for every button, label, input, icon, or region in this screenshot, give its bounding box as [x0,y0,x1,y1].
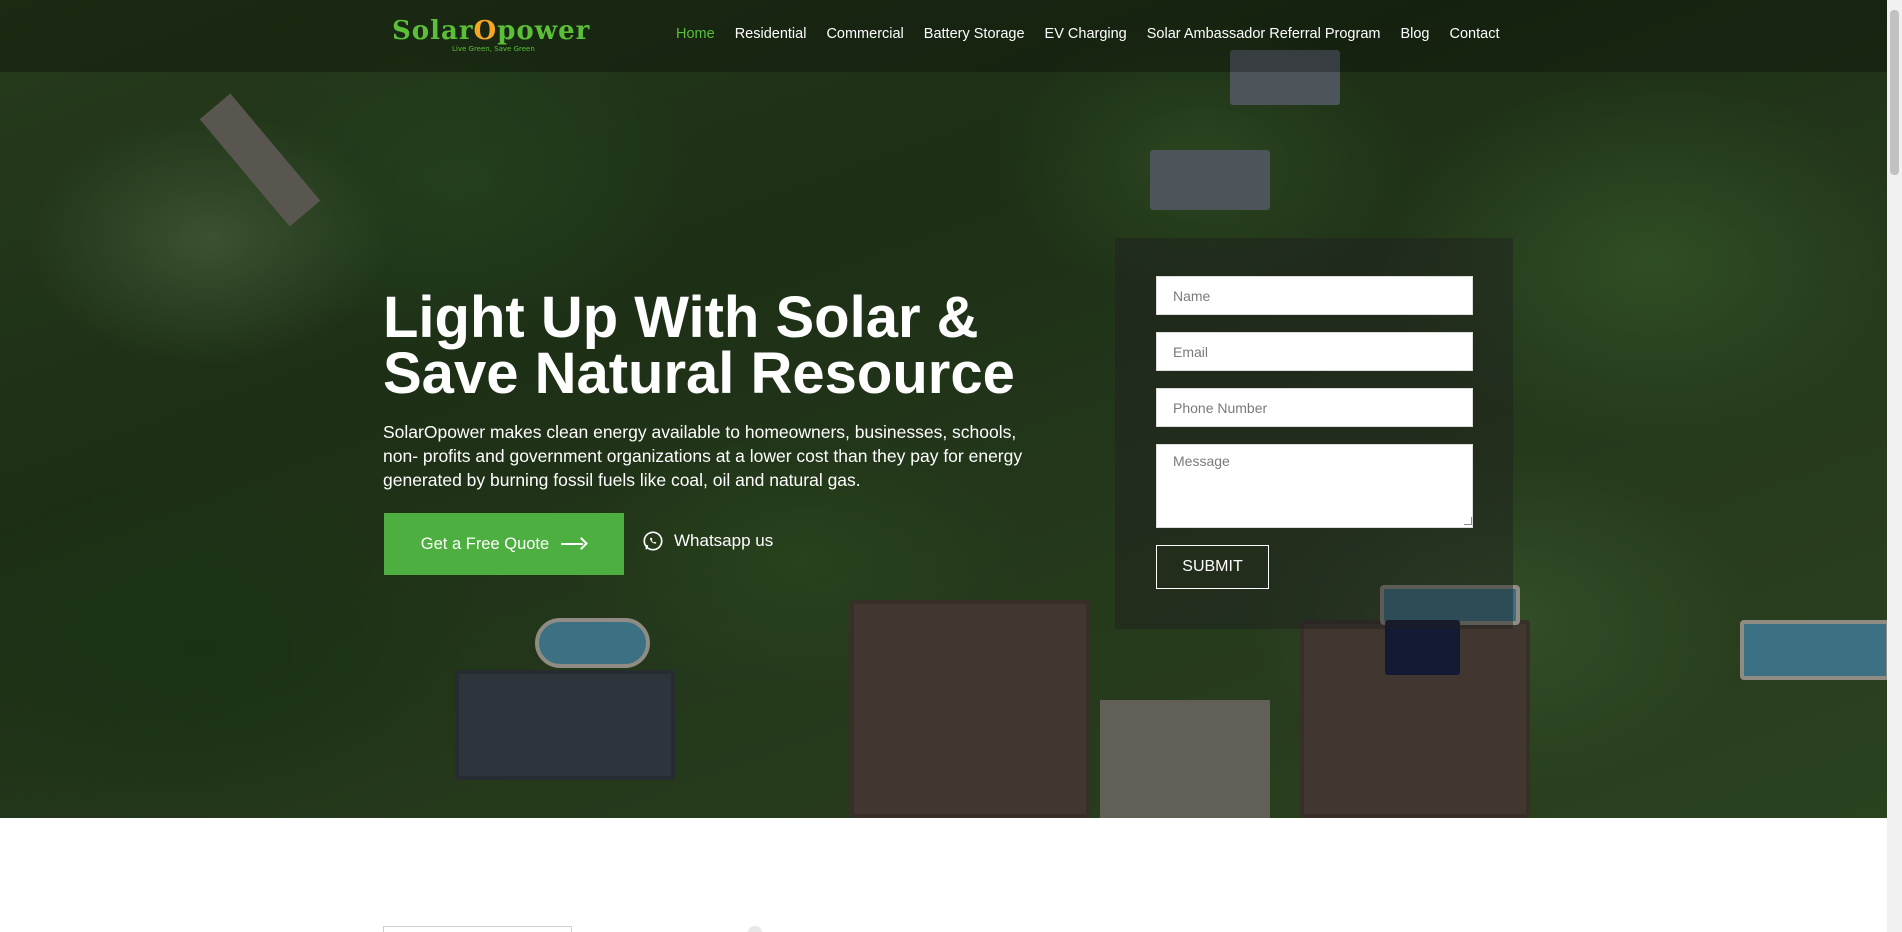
nav-item-ev-charging[interactable]: EV Charging [1045,26,1127,42]
logo-tagline: Live Green, Save Green [452,45,535,53]
email-field[interactable] [1156,332,1473,371]
hero-title-line2: Save Natural Resource [383,341,1015,406]
scrollbar[interactable] [1887,0,1902,932]
name-field[interactable] [1156,276,1473,315]
arrow-right-icon [561,539,587,549]
page: SolarOpower Live Green, Save Green Home … [0,0,1902,932]
nav-item-home[interactable]: Home [676,26,715,42]
logo[interactable]: SolarOpower Live Green, Save Green [392,16,589,54]
nav-item-blog[interactable]: Blog [1400,26,1429,42]
nav-item-commercial[interactable]: Commercial [826,26,903,42]
textarea-resize-handle[interactable] [1464,517,1472,525]
whatsapp-link[interactable]: Whatsapp us [642,530,773,552]
nav-item-contact[interactable]: Contact [1450,26,1500,42]
nav-item-ambassador-referral[interactable]: Solar Ambassador Referral Program [1147,26,1381,42]
phone-field[interactable] [1156,388,1473,427]
nav-item-residential[interactable]: Residential [735,26,807,42]
quote-button-label: Get a Free Quote [420,534,550,553]
hero-description: SolarOpower makes clean energy available… [383,422,1023,490]
message-field[interactable] [1156,444,1473,528]
whatsapp-label: Whatsapp us [674,531,774,550]
main-nav: Home Residential Commercial Battery Stor… [676,26,1519,42]
whatsapp-icon [643,531,663,551]
hero-section [0,0,1887,818]
logo-text: SolarOpower [392,16,591,46]
hero-overlay [0,0,1887,818]
get-free-quote-button[interactable]: Get a Free Quote [384,513,624,575]
hero-title: Light Up With Solar & Save Natural Resou… [383,289,1043,403]
site-header: SolarOpower Live Green, Save Green Home … [0,0,1887,72]
submit-button[interactable]: SUBMIT [1156,545,1269,589]
scrollbar-thumb[interactable] [1890,10,1899,175]
lower-section-card [383,926,572,932]
nav-item-battery-storage[interactable]: Battery Storage [924,26,1025,42]
lower-section-element [748,926,762,932]
